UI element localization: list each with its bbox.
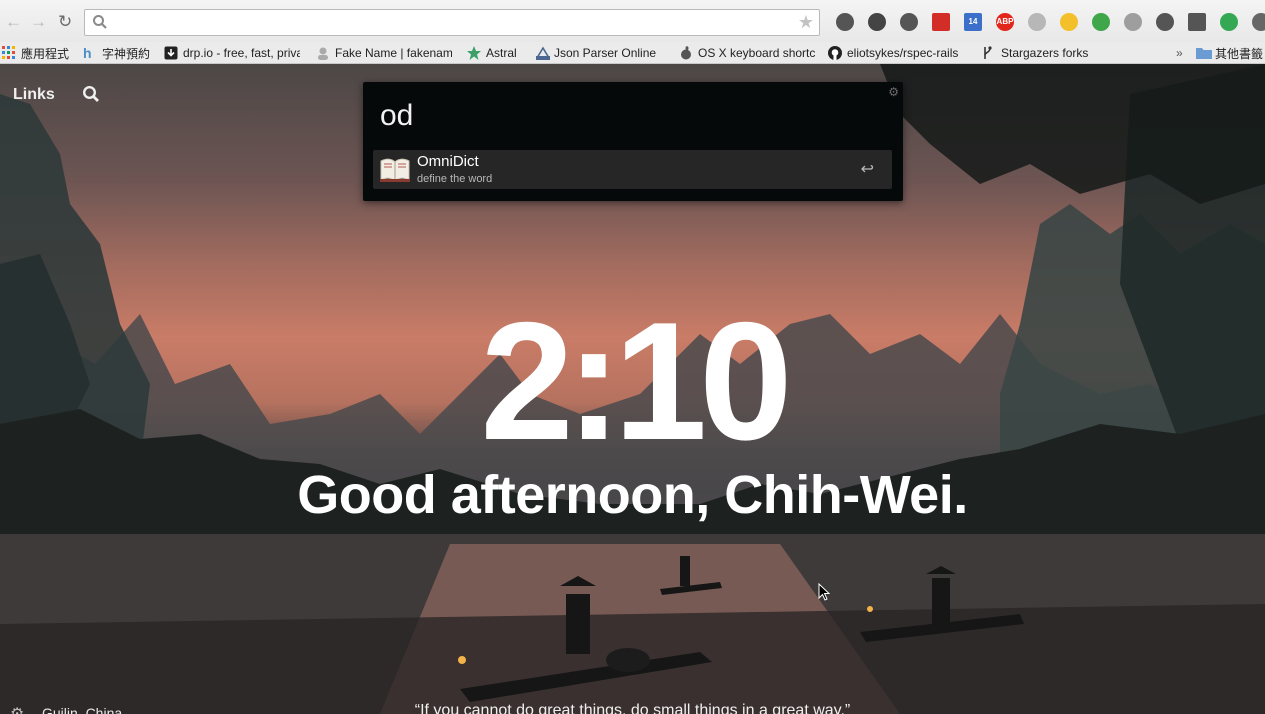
mouse-cursor-icon: [818, 582, 831, 606]
mail-icon-glyph: [1188, 13, 1206, 31]
buffer-icon[interactable]: [1053, 11, 1085, 33]
lastpass-icon[interactable]: [925, 11, 957, 33]
enter-key-icon: ↩: [860, 161, 874, 178]
download-icon: [164, 46, 178, 60]
more-bookmarks-button[interactable]: »: [1176, 45, 1183, 61]
other-bookmarks-folder[interactable]: 其他書籤: [1196, 45, 1265, 61]
json-icon: [535, 46, 550, 60]
circle-icon-glyph: [1028, 13, 1046, 31]
browser-toolbar: ← → ↻ ★ 14 ABP: [0, 0, 1265, 42]
star-icon: [467, 46, 481, 60]
github-icon: [828, 46, 842, 60]
bookmark-item[interactable]: OS X keyboard shortcuts: [679, 45, 815, 61]
launcher-result-item[interactable]: OmniDict define the word ↩: [373, 150, 892, 189]
menu-icon[interactable]: [1245, 11, 1265, 33]
menu-icon-glyph: [1252, 13, 1265, 31]
pocket-icon-glyph: [868, 13, 886, 31]
links-button[interactable]: Links: [13, 86, 55, 104]
adblock-icon[interactable]: ABP: [989, 11, 1021, 33]
clock: 2:10: [480, 287, 792, 475]
result-subtitle: define the word: [417, 173, 493, 185]
adblock-icon-glyph: ABP: [996, 13, 1014, 31]
apps-grid-icon: [2, 46, 16, 60]
result-title: OmniDict: [417, 153, 479, 170]
bookmarks-bar: 應用程式 h 字神預約 drp.io - free, fast, private…: [0, 42, 1265, 64]
h-logo-icon: h: [83, 45, 97, 61]
lastpass-icon-glyph: [932, 13, 950, 31]
branch-icon: [982, 46, 996, 60]
evernote-icon[interactable]: [893, 11, 925, 33]
copy-icon[interactable]: [1149, 11, 1181, 33]
calendar-icon[interactable]: 14: [957, 11, 989, 33]
launcher-popup: od ⚙ OmniDict define the word ↩: [363, 82, 903, 201]
daily-quote: “If you cannot do great things, do small…: [414, 702, 851, 714]
pocket-icon[interactable]: [861, 11, 893, 33]
todo-icon[interactable]: [1117, 11, 1149, 33]
calendar-icon-glyph: 14: [964, 13, 982, 31]
search-icon: [92, 14, 108, 35]
search-icon[interactable]: [82, 85, 100, 108]
greeting: Good afternoon, Chih-Wei.: [297, 465, 968, 525]
copy-icon-glyph: [1156, 13, 1174, 31]
leaf-icon[interactable]: [1085, 11, 1117, 33]
reload-button[interactable]: ↻: [58, 12, 72, 32]
extension-badge: 14: [968, 17, 978, 26]
address-bar[interactable]: ★: [84, 9, 820, 36]
bookmark-item[interactable]: eliotsykes/rspec-rails: [828, 45, 964, 61]
bookmark-apps[interactable]: 應用程式: [2, 45, 72, 61]
bookmark-item[interactable]: Stargazers forks: [982, 45, 1092, 61]
buffer-icon-glyph: [1060, 13, 1078, 31]
leaf-icon-glyph: [1092, 13, 1110, 31]
launcher-settings-icon[interactable]: ⚙: [888, 85, 899, 99]
forward-button[interactable]: →: [30, 12, 47, 32]
bookmark-item[interactable]: Astral: [467, 45, 525, 61]
extension-badge: ABP: [996, 17, 1014, 26]
check-icon-glyph: [1220, 13, 1238, 31]
mail-icon[interactable]: [1181, 11, 1213, 33]
apple-icon: [679, 46, 693, 60]
extension-bar: 14 ABP: [829, 11, 1265, 33]
ghostery-icon-glyph: [836, 13, 854, 31]
bookmark-item[interactable]: h 字神預約: [83, 45, 153, 61]
person-icon: [316, 46, 330, 60]
check-icon[interactable]: [1213, 11, 1245, 33]
ghostery-icon[interactable]: [829, 11, 861, 33]
bookmark-item[interactable]: Fake Name | fakenamegenerator: [316, 45, 452, 61]
bookmark-item[interactable]: drp.io - free, fast, private: [164, 45, 300, 61]
circle-icon[interactable]: [1021, 11, 1053, 33]
back-button[interactable]: ←: [5, 12, 22, 32]
svg-text:h: h: [83, 46, 92, 60]
bookmark-item[interactable]: Json Parser Online: [535, 45, 665, 61]
dictionary-book-icon: [379, 155, 411, 188]
todo-icon-glyph: [1124, 13, 1142, 31]
launcher-query-input[interactable]: od: [380, 99, 413, 133]
folder-icon: [1196, 46, 1212, 60]
evernote-icon-glyph: [900, 13, 918, 31]
bookmark-star-icon[interactable]: ★: [798, 12, 814, 33]
